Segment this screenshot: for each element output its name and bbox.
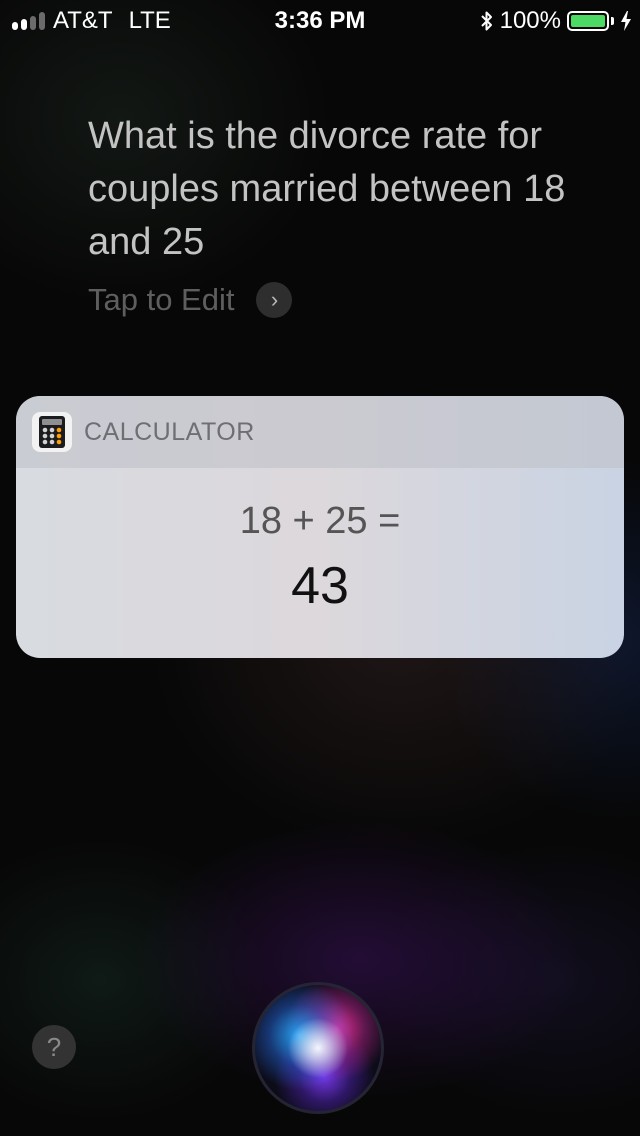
calculator-icon — [32, 412, 72, 452]
calculation-equation: 18 + 25 = — [239, 500, 401, 542]
battery-cap — [611, 17, 614, 25]
battery-percent: 100% — [499, 7, 561, 34]
tap-to-edit-button[interactable]: Tap to Edit › — [88, 282, 293, 318]
battery-icon — [567, 11, 609, 31]
calculator-card[interactable]: CALCULATOR 18 + 25 = 43 — [16, 396, 624, 658]
siri-orb-icon[interactable] — [255, 985, 381, 1111]
status-right: 100% — [480, 7, 632, 35]
chevron-right-icon[interactable]: › — [256, 282, 293, 318]
help-button[interactable]: ? — [32, 1025, 76, 1069]
charging-icon — [621, 11, 631, 31]
status-bar: AT&T LTE 3:36 PM 100% — [0, 0, 640, 40]
siri-query-text[interactable]: What is the divorce rate for couples mar… — [88, 110, 608, 269]
tap-to-edit-label: Tap to Edit — [88, 282, 235, 317]
card-app-name: CALCULATOR — [84, 417, 255, 446]
bluetooth-icon — [480, 11, 492, 31]
calculation-result: 43 — [291, 557, 349, 615]
card-header: CALCULATOR — [16, 396, 624, 468]
battery-fill — [571, 15, 605, 27]
